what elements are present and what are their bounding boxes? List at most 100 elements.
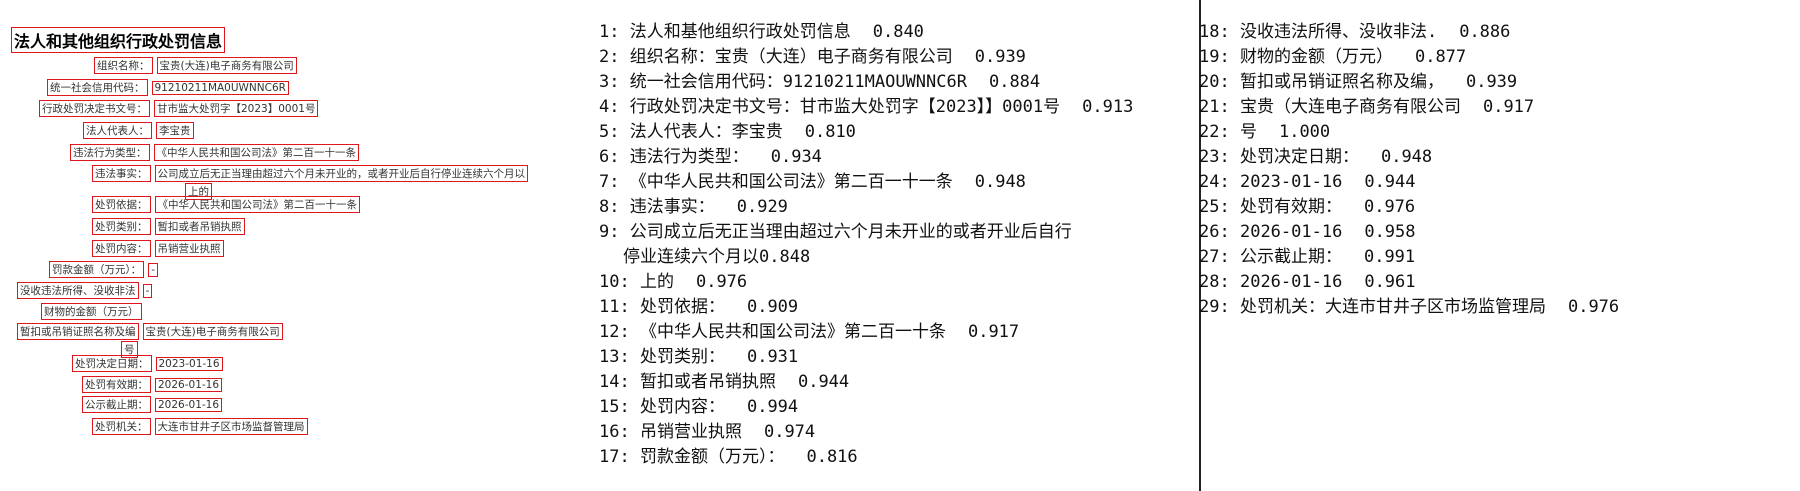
document-row: 没收违法所得、没收非法 - (17, 282, 153, 299)
ocr-line-number: 4 (599, 97, 610, 117)
ocr-line-number: 9 (599, 222, 610, 242)
ocr-line-separator: : (1219, 22, 1240, 42)
ocr-line-score: 0.810 (804, 122, 856, 142)
ocr-line-separator: : (1219, 272, 1240, 292)
ocr-result-line: 26: 2026-01-16 0.958 (1199, 220, 1799, 245)
ocr-line-text: 处罚内容： (639, 397, 725, 417)
ocr-line-text: 号 (1239, 122, 1257, 142)
ocr-line-text: 法人代表人：李宝贵 (629, 122, 783, 142)
ocr-result-line: 29: 处罚机关：大连市甘井子区市场监管理局 0.976 (1199, 295, 1799, 320)
ocr-line-separator: : (619, 297, 640, 317)
document-row: 处罚有效期： 2026-01-16 (82, 376, 223, 393)
ocr-line-text: 处罚决定日期： (1239, 147, 1359, 167)
ocr-line-separator: : (609, 197, 630, 217)
ocr-line-score: 0.877 (1414, 47, 1467, 67)
document-image-panel: 法人和其他组织行政处罚信息 组织名称： 宝贵(大连)电子商务有限公司 统一社会信用代… (0, 0, 590, 491)
ocr-result-line: 20: 暂扣或吊销证照名称及编， 0.939 (1199, 70, 1799, 95)
ocr-line-number: 25 (1199, 197, 1220, 217)
document-row: 公示截止期： 2026-01-16 (82, 396, 223, 413)
ocr-line-score: 0.944 (797, 372, 850, 392)
document-row-label: 违法事实： (92, 165, 151, 182)
ocr-line-separator: : (609, 122, 630, 142)
document-row-label: 统一社会信用代码： (47, 79, 148, 96)
ocr-line-number: 10 (599, 272, 620, 292)
ocr-result-line: 2: 组织名称：宝贵（大连）电子商务有限公司 0.939 (599, 45, 1199, 70)
document-row-value: 吊销营业执照 (154, 240, 224, 257)
ocr-line-score: 0.958 (1364, 222, 1416, 242)
ocr-line-separator: : (1219, 122, 1240, 142)
ocr-line-score: 0.884 (988, 72, 1041, 92)
ocr-line-separator: : (619, 447, 640, 467)
document-row-value: 《中华人民共和国公司法》第二百一十一条 (154, 196, 360, 213)
document-title-text: 法人和其他组织行政处罚信息 (10, 27, 226, 53)
document-row-label: 处罚有效期： (82, 376, 151, 393)
ocr-result-line: 1: 法人和基他组织行政处罚信息 0.840 (599, 20, 1199, 45)
ocr-result-line: 24: 2023-01-16 0.944 (1199, 170, 1799, 195)
ocr-result-line: 21: 宝贵（大连电子商务有限公司 0.917 (1199, 95, 1799, 120)
ocr-line-separator: : (609, 72, 630, 92)
ocr-line-text: 组织名称：宝贵（大连）电子商务有限公司 (629, 47, 953, 67)
ocr-line-text: 吊销营业执照 (639, 422, 742, 442)
document-row-value: 《中华人民共和国公司法》第二百一十一条 (153, 144, 359, 161)
ocr-line-text: 公示截止期： (1239, 247, 1342, 267)
ocr-line-score: 0.994 (746, 397, 799, 417)
ocr-line-number: 1 (599, 22, 610, 42)
ocr-line-separator: : (1219, 297, 1240, 317)
ocr-line-separator: : (619, 422, 640, 442)
ocr-line-separator: : (1219, 147, 1240, 167)
ocr-result-line: 23: 处罚决定日期： 0.948 (1199, 145, 1799, 170)
ocr-result-line: 3: 统一社会信用代码：91210211MAOUWNNC6R 0.884 (599, 70, 1199, 95)
ocr-line-separator: : (619, 272, 640, 292)
ocr-line-number: 22 (1199, 122, 1220, 142)
ocr-line-separator: : (1219, 247, 1240, 267)
document-row: 违法事实： 公司成立后无正当理由超过六个月未开业的，或者开业后自行停业连续六个月以… (92, 165, 528, 200)
ocr-line-text: 公司成立后无正当理由超过六个月未开业的或者开业后自行 (629, 222, 1072, 242)
ocr-line-text: 没收违法所得、没收非法. (1239, 22, 1438, 42)
document-row: 处罚依据： 《中华人民共和国公司法》第二百一十一条 (92, 196, 360, 213)
ocr-line-number: 8 (599, 197, 610, 217)
ocr-line-separator: : (1219, 47, 1240, 67)
document-row: 处罚内容： 吊销营业执照 (92, 240, 224, 257)
ocr-line-number: 27 (1199, 247, 1220, 267)
ocr-line-text: 2026-01-16 (1239, 272, 1343, 292)
ocr-line-score: 0.886 (1459, 22, 1511, 42)
document-row-label: 处罚类别： (92, 218, 151, 235)
ocr-line-number: 16 (599, 422, 620, 442)
document-row-value: 宝贵(大连)电子商务有限公司 (142, 323, 283, 340)
ocr-line-number: 3 (599, 72, 610, 92)
ocr-line-number: 12 (599, 322, 620, 342)
ocr-result-line: 14: 暂扣或者吊销执照 0.944 (599, 370, 1199, 395)
document-row-label: 处罚决定日期： (72, 355, 152, 372)
ocr-result-line: 13: 处罚类别： 0.931 (599, 345, 1199, 370)
ocr-line-text: 2026-01-16 (1239, 222, 1343, 242)
ocr-line-number: 28 (1199, 272, 1220, 292)
ocr-line-text: 行政处罚决定书文号：甘市监大处罚字【2023】】0001号 (629, 97, 1061, 117)
ocr-line-score: 1.000 (1278, 122, 1331, 142)
ocr-line-number: 24 (1199, 172, 1220, 192)
document-row-label: 处罚机关： (92, 418, 151, 435)
ocr-result-line: 16: 吊销营业执照 0.974 (599, 420, 1199, 445)
document-row-label: 法人代表人： (83, 122, 152, 139)
ocr-line-score: 0.948 (974, 172, 1026, 192)
document-row: 法人代表人： 李宝贵 (83, 122, 194, 139)
document-row: 统一社会信用代码： 91210211MA0UWNNC6R (47, 79, 289, 96)
ocr-line-score: 0.931 (746, 347, 799, 367)
document-row-label: 处罚内容： (92, 240, 151, 257)
ocr-line-separator: : (1219, 197, 1240, 217)
document-row-label: 处罚依据： (92, 196, 151, 213)
ocr-result-line: 28: 2026-01-16 0.961 (1199, 270, 1799, 295)
document-row: 组织名称： 宝贵(大连)电子商务有限公司 (94, 57, 297, 74)
ocr-line-score: 0.944 (1364, 172, 1416, 192)
document-row-label: 组织名称： (94, 57, 153, 74)
ocr-line-number: 14 (599, 372, 620, 392)
ocr-line-number: 18 (1199, 22, 1220, 42)
document-row-value-continued: 号 (121, 341, 138, 358)
document-row-label: 没收违法所得、没收非法 (17, 282, 139, 299)
ocr-line-number: 26 (1199, 222, 1220, 242)
ocr-line-number: 23 (1199, 147, 1220, 167)
ocr-line-score: 0.948 (1380, 147, 1433, 167)
document-row-value: 2026-01-16 (154, 398, 223, 412)
ocr-line-number: 17 (599, 447, 620, 467)
ocr-line-separator: : (619, 397, 640, 417)
ocr-line-score: 0.939 (1465, 72, 1518, 92)
